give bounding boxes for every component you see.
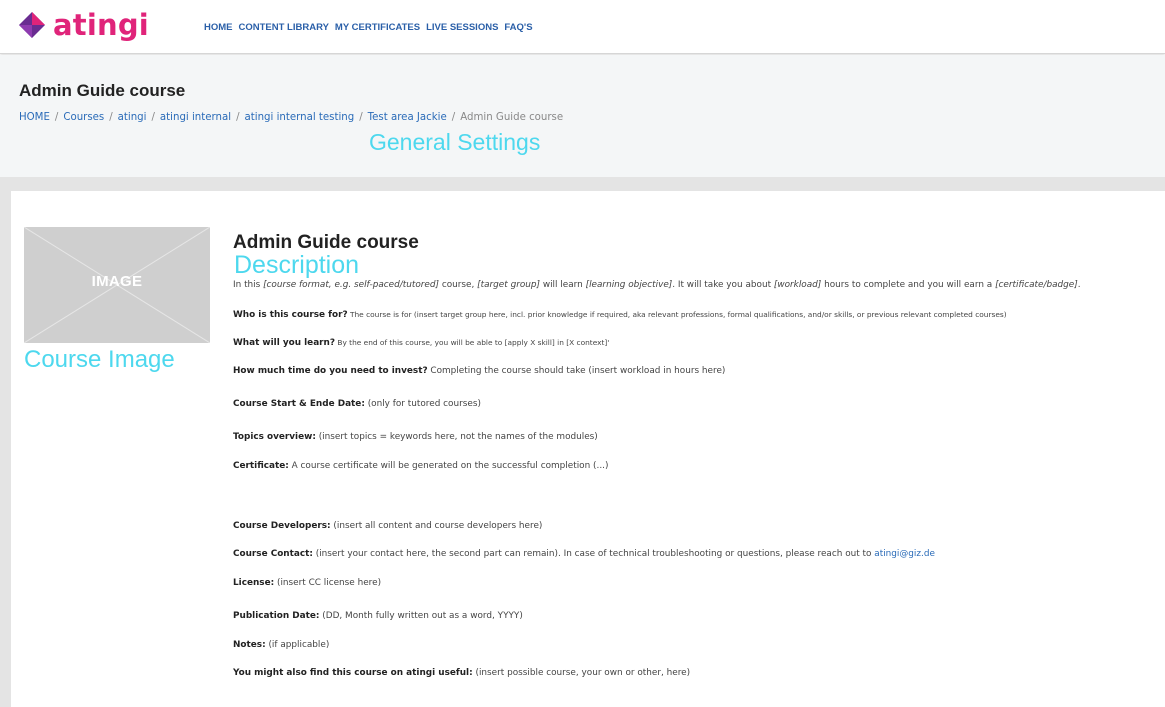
time-to-invest: How much time do you need to invest? Com…	[233, 366, 725, 376]
breadcrumb-separator: /	[151, 112, 155, 123]
field-value: By the end of this course, you will be a…	[335, 338, 610, 347]
field-value: (insert possible course, your own or oth…	[472, 668, 691, 678]
intro-text: .	[1077, 280, 1081, 290]
license-info: License: (insert CC license here)	[233, 578, 381, 588]
intro-text: will learn	[540, 280, 586, 290]
field-label: Topics overview:	[233, 432, 316, 442]
field-value: (insert topics = keywords here, not the …	[315, 432, 598, 442]
general-settings-annotation: General Settings	[369, 129, 541, 155]
what-will-you-learn: What will you learn? By the end of this …	[233, 338, 609, 348]
brand-name: atingi	[53, 8, 149, 42]
field-value: (only for tutored courses)	[364, 399, 481, 409]
field-value: (insert CC license here)	[274, 578, 382, 588]
field-value: A course certificate will be generated o…	[288, 461, 609, 471]
intro-target-placeholder: [target group]	[477, 280, 540, 290]
nav-faqs[interactable]: FAQ'S	[504, 22, 532, 33]
nav-my-certificates[interactable]: MY CERTIFICATES	[335, 22, 420, 33]
course-developers: Course Developers: (insert all content a…	[233, 521, 542, 531]
course-contact: Course Contact: (insert your contact her…	[233, 549, 935, 559]
breadcrumb-separator: /	[451, 112, 456, 123]
field-label: Who is this course for?	[233, 310, 348, 320]
intro-certificate-placeholder: [certificate/badge]	[995, 280, 1078, 290]
field-label: License:	[233, 578, 275, 588]
intro-text: . It will take you about	[672, 280, 774, 290]
field-value: (DD, Month fully written out as a word, …	[319, 611, 523, 621]
related-courses: You might also find this course on ating…	[233, 668, 690, 678]
who-is-course-for: Who is this course for? The course is fo…	[233, 310, 1007, 320]
intro-workload-placeholder: [workload]	[773, 280, 822, 290]
section-divider	[0, 177, 1165, 191]
notes-info: Notes: (if applicable)	[233, 640, 329, 650]
intro-format-placeholder: [course format, e.g. self-paced/tutored]	[263, 280, 439, 290]
main-nav: HOME CONTENT LIBRARY MY CERTIFICATES LIV…	[204, 22, 533, 33]
breadcrumb-separator: /	[54, 112, 59, 123]
course-image-annotation: Course Image	[24, 346, 175, 373]
field-label: Course Developers:	[233, 521, 331, 531]
course-image-placeholder: IMAGE	[24, 227, 210, 343]
left-gutter	[0, 191, 11, 707]
field-value: Completing the course should take (inser…	[427, 366, 726, 376]
breadcrumb-current: Admin Guide course	[460, 112, 564, 123]
field-label: Course Contact:	[233, 549, 313, 559]
field-label: Notes:	[233, 640, 266, 650]
field-label: Course Start & Ende Date:	[233, 399, 365, 409]
topics-overview: Topics overview: (insert topics = keywor…	[233, 432, 598, 442]
breadcrumb-separator: /	[236, 112, 240, 123]
field-label: What will you learn?	[233, 338, 336, 348]
nav-home[interactable]: HOME	[204, 22, 233, 33]
field-label: How much time do you need to invest?	[233, 366, 428, 376]
certificate-info: Certificate: A course certificate will b…	[233, 461, 608, 471]
publication-date: Publication Date: (DD, Month fully writt…	[233, 611, 523, 621]
field-value: (if applicable)	[265, 640, 330, 650]
breadcrumb-separator: /	[359, 112, 363, 123]
course-dates: Course Start & Ende Date: (only for tuto…	[233, 399, 481, 409]
page-title: Admin Guide course	[19, 81, 186, 100]
contact-email-link[interactable]: atingi@giz.de	[874, 549, 935, 559]
top-navbar: atingi HOME CONTENT LIBRARY MY CERTIFICA…	[0, 0, 1165, 54]
field-label: You might also find this course on ating…	[233, 668, 473, 678]
course-intro: In this [course format, e.g. self-paced/…	[233, 280, 1081, 290]
breadcrumb-atingi-internal-testing[interactable]: atingi internal testing	[245, 112, 355, 123]
field-value: (insert all content and course developer…	[330, 521, 543, 531]
breadcrumb-test-area-jackie[interactable]: Test area Jackie	[368, 112, 447, 123]
field-label: Certificate:	[233, 461, 289, 471]
page-header: Admin Guide course HOME / Courses / atingi / a…	[0, 55, 1165, 177]
intro-objective-placeholder: [learning objective]	[585, 280, 673, 290]
intro-text: In this	[233, 280, 264, 290]
field-label: Publication Date:	[233, 611, 320, 621]
field-value: The course is for (insert target group h…	[347, 310, 1007, 319]
breadcrumb-courses[interactable]: Courses	[63, 112, 104, 123]
description-annotation: Description	[234, 251, 360, 279]
breadcrumb-atingi[interactable]: atingi	[118, 112, 147, 123]
diamond-logo-icon	[19, 12, 45, 38]
breadcrumb-separator: /	[109, 112, 113, 123]
field-value: (insert your contact here, the second pa…	[312, 549, 875, 559]
intro-text: course,	[439, 280, 478, 290]
nav-live-sessions[interactable]: LIVE SESSIONS	[426, 22, 498, 33]
intro-text: hours to complete and you will earn a	[821, 280, 996, 290]
breadcrumb: HOME / Courses / atingi / atingi internal / atin…	[19, 112, 563, 123]
breadcrumb-home[interactable]: HOME	[19, 112, 50, 123]
breadcrumb-atingi-internal[interactable]: atingi internal	[160, 112, 231, 123]
nav-content-library[interactable]: CONTENT LIBRARY	[239, 22, 329, 33]
atingi-logo[interactable]: atingi	[18, 10, 149, 40]
image-placeholder-label: IMAGE	[91, 273, 143, 290]
